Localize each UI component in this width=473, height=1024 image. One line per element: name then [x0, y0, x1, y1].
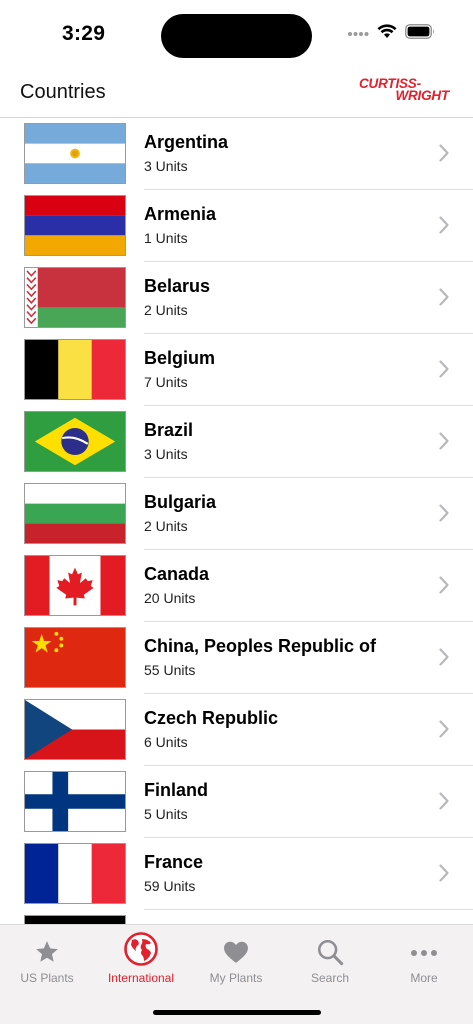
- chevron-right-icon: [439, 720, 449, 738]
- globe-icon: [94, 931, 188, 967]
- belgium-flag: [24, 339, 126, 400]
- tab-label: US Plants: [20, 971, 74, 985]
- tab-label: My Plants: [209, 971, 263, 985]
- nav-header: Countries CURTISS- WRIGHT: [0, 70, 473, 118]
- search-icon: [283, 931, 377, 967]
- chevron-right-icon: [439, 144, 449, 162]
- home-indicator: [153, 1010, 321, 1015]
- finland-flag: [24, 771, 126, 832]
- tab-more[interactable]: More: [377, 931, 471, 991]
- unit-count: 20 Units: [144, 590, 196, 606]
- unit-count: 55 Units: [144, 662, 196, 678]
- france-flag: [24, 843, 126, 904]
- country-name: Belarus: [144, 276, 211, 296]
- tab-label: Search: [310, 971, 350, 985]
- country-name: Brazil: [144, 420, 194, 440]
- country-name: China, Peoples Republic of: [144, 636, 377, 656]
- dynamic-island: [161, 14, 312, 58]
- country-name: Bulgaria: [144, 492, 217, 512]
- tab-us-plants[interactable]: US Plants: [0, 931, 94, 991]
- country-name: Czech Republic: [144, 708, 279, 728]
- tab-label: International: [107, 971, 175, 985]
- signal-icon: [347, 25, 369, 43]
- country-row[interactable]: Bulgaria 2 Units: [0, 478, 473, 550]
- country-row[interactable]: China, Peoples Republic of 55 Units: [0, 622, 473, 694]
- chevron-right-icon: [439, 792, 449, 810]
- country-list[interactable]: Argentina 3 Units Armenia 1 Units Belarus 2 U…: [0, 118, 473, 924]
- status-time: 3:29: [62, 22, 106, 45]
- argentina-flag: [24, 123, 126, 184]
- unit-count: 2 Units: [144, 302, 188, 318]
- tab-label: More: [410, 971, 438, 985]
- chevron-right-icon: [439, 288, 449, 306]
- country-row[interactable]: France 59 Units: [0, 838, 473, 910]
- chevron-right-icon: [439, 432, 449, 450]
- chevron-right-icon: [439, 360, 449, 378]
- country-name: Argentina: [144, 132, 229, 152]
- country-row[interactable]: Finland 5 Units: [0, 766, 473, 838]
- chevron-right-icon: [439, 504, 449, 522]
- heart-icon: [189, 931, 283, 967]
- country-row[interactable]: Argentina 3 Units: [0, 118, 473, 190]
- partial-flag: [24, 915, 126, 924]
- czech-flag: [24, 699, 126, 760]
- unit-count: 59 Units: [144, 878, 196, 894]
- country-row[interactable]: Belarus 2 Units: [0, 262, 473, 334]
- country-row[interactable]: [0, 910, 473, 924]
- unit-count: 1 Units: [144, 230, 188, 246]
- status-bar: 3:29: [0, 0, 473, 70]
- unit-count: 3 Units: [144, 446, 188, 462]
- chevron-right-icon: [439, 648, 449, 666]
- country-name: Belgium: [144, 348, 216, 368]
- tab-bar: US Plants International My Plants Search Mor…: [0, 924, 473, 1024]
- belarus-flag: [24, 267, 126, 328]
- country-row[interactable]: Belgium 7 Units: [0, 334, 473, 406]
- unit-count: 6 Units: [144, 734, 188, 750]
- unit-count: 3 Units: [144, 158, 188, 174]
- more-icon: [377, 931, 471, 967]
- star-icon: [0, 931, 94, 967]
- status-icons: [347, 24, 435, 44]
- page-title: Countries: [20, 81, 106, 103]
- canada-flag: [24, 555, 126, 616]
- unit-count: 2 Units: [144, 518, 188, 534]
- chevron-right-icon: [439, 216, 449, 234]
- brazil-flag: [24, 411, 126, 472]
- country-name: Finland: [144, 780, 208, 800]
- battery-icon: [405, 24, 435, 44]
- country-name: France: [144, 852, 204, 872]
- country-row[interactable]: Brazil 3 Units: [0, 406, 473, 478]
- unit-count: 7 Units: [144, 374, 188, 390]
- unit-count: 5 Units: [144, 806, 188, 822]
- bulgaria-flag: [24, 483, 126, 544]
- armenia-flag: [24, 195, 126, 256]
- china-flag: [24, 627, 126, 688]
- logo-line-2: WRIGHT: [395, 88, 449, 103]
- tab-my-plants[interactable]: My Plants: [189, 931, 283, 991]
- country-row[interactable]: Czech Republic 6 Units: [0, 694, 473, 766]
- chevron-right-icon: [439, 576, 449, 594]
- country-name: Armenia: [144, 204, 217, 224]
- curtiss-wright-logo: CURTISS- WRIGHT: [359, 77, 451, 108]
- country-name: Canada: [144, 564, 210, 584]
- country-row[interactable]: Canada 20 Units: [0, 550, 473, 622]
- chevron-right-icon: [439, 864, 449, 882]
- tab-search[interactable]: Search: [283, 931, 377, 991]
- wifi-icon: [377, 24, 397, 44]
- country-row[interactable]: Armenia 1 Units: [0, 190, 473, 262]
- tab-international[interactable]: International: [94, 931, 188, 991]
